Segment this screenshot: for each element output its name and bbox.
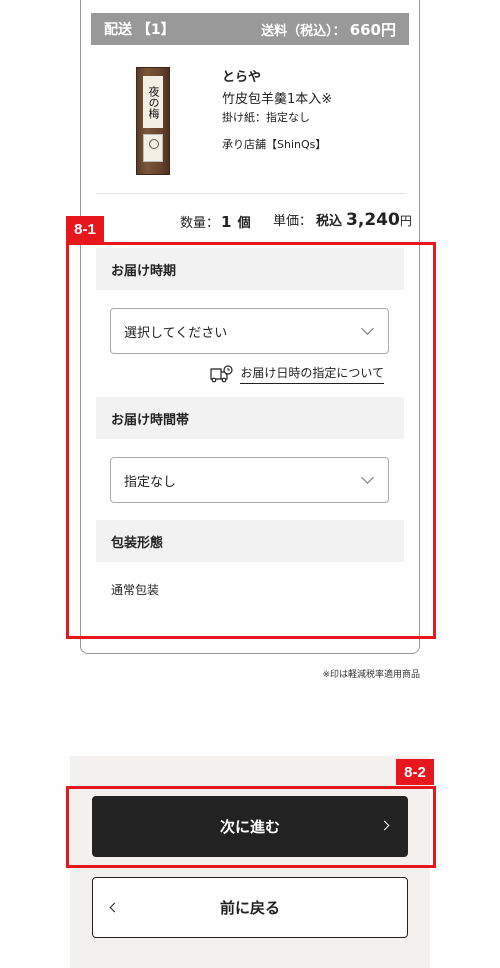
- shipping-label: 配送 【1】: [104, 22, 175, 38]
- quantity-value: 1: [221, 213, 232, 231]
- divider: [96, 193, 406, 194]
- annotation-box-next: [66, 786, 436, 868]
- annotation-box-options: [66, 242, 436, 639]
- product-image-seal: [143, 134, 163, 162]
- shipping-fee: 送料（税込）： 660円: [261, 19, 396, 40]
- shipping-fee-value: 660円: [349, 20, 396, 39]
- tax-note: ※印は軽減税率適用商品: [322, 670, 420, 680]
- shipping-fee-label: 送料（税込）：: [261, 23, 346, 39]
- annotation-tag-options: 8-1: [66, 216, 104, 242]
- product-image: 夜の梅: [136, 67, 170, 175]
- quantity: 数量： 1 個: [180, 212, 251, 231]
- quantity-unit: 個: [237, 216, 251, 231]
- annotation-tag-next: 8-2: [396, 759, 434, 785]
- price-unit: 円: [399, 214, 412, 228]
- product-store: 承り店舗【ShinQs】: [222, 138, 327, 151]
- tax-label: 税込: [316, 214, 343, 229]
- unit-price: 単価： 税込 3,240円: [273, 210, 412, 230]
- shipping-header: 配送 【1】 送料（税込）： 660円: [91, 13, 409, 45]
- chevron-left-icon: [109, 902, 120, 913]
- product-brand: とらや: [222, 70, 262, 85]
- quantity-label: 数量：: [180, 216, 220, 231]
- back-button-label: 前に戻る: [219, 899, 280, 917]
- price-label: 単価：: [273, 214, 313, 229]
- back-button[interactable]: 前に戻る: [92, 877, 408, 938]
- product-name: 竹皮包羊羹1本入※: [222, 92, 333, 107]
- product-image-label: 夜の梅: [143, 76, 163, 128]
- price-value: 3,240: [346, 210, 400, 230]
- product-wrapping: 掛け紙：指定なし: [222, 111, 310, 124]
